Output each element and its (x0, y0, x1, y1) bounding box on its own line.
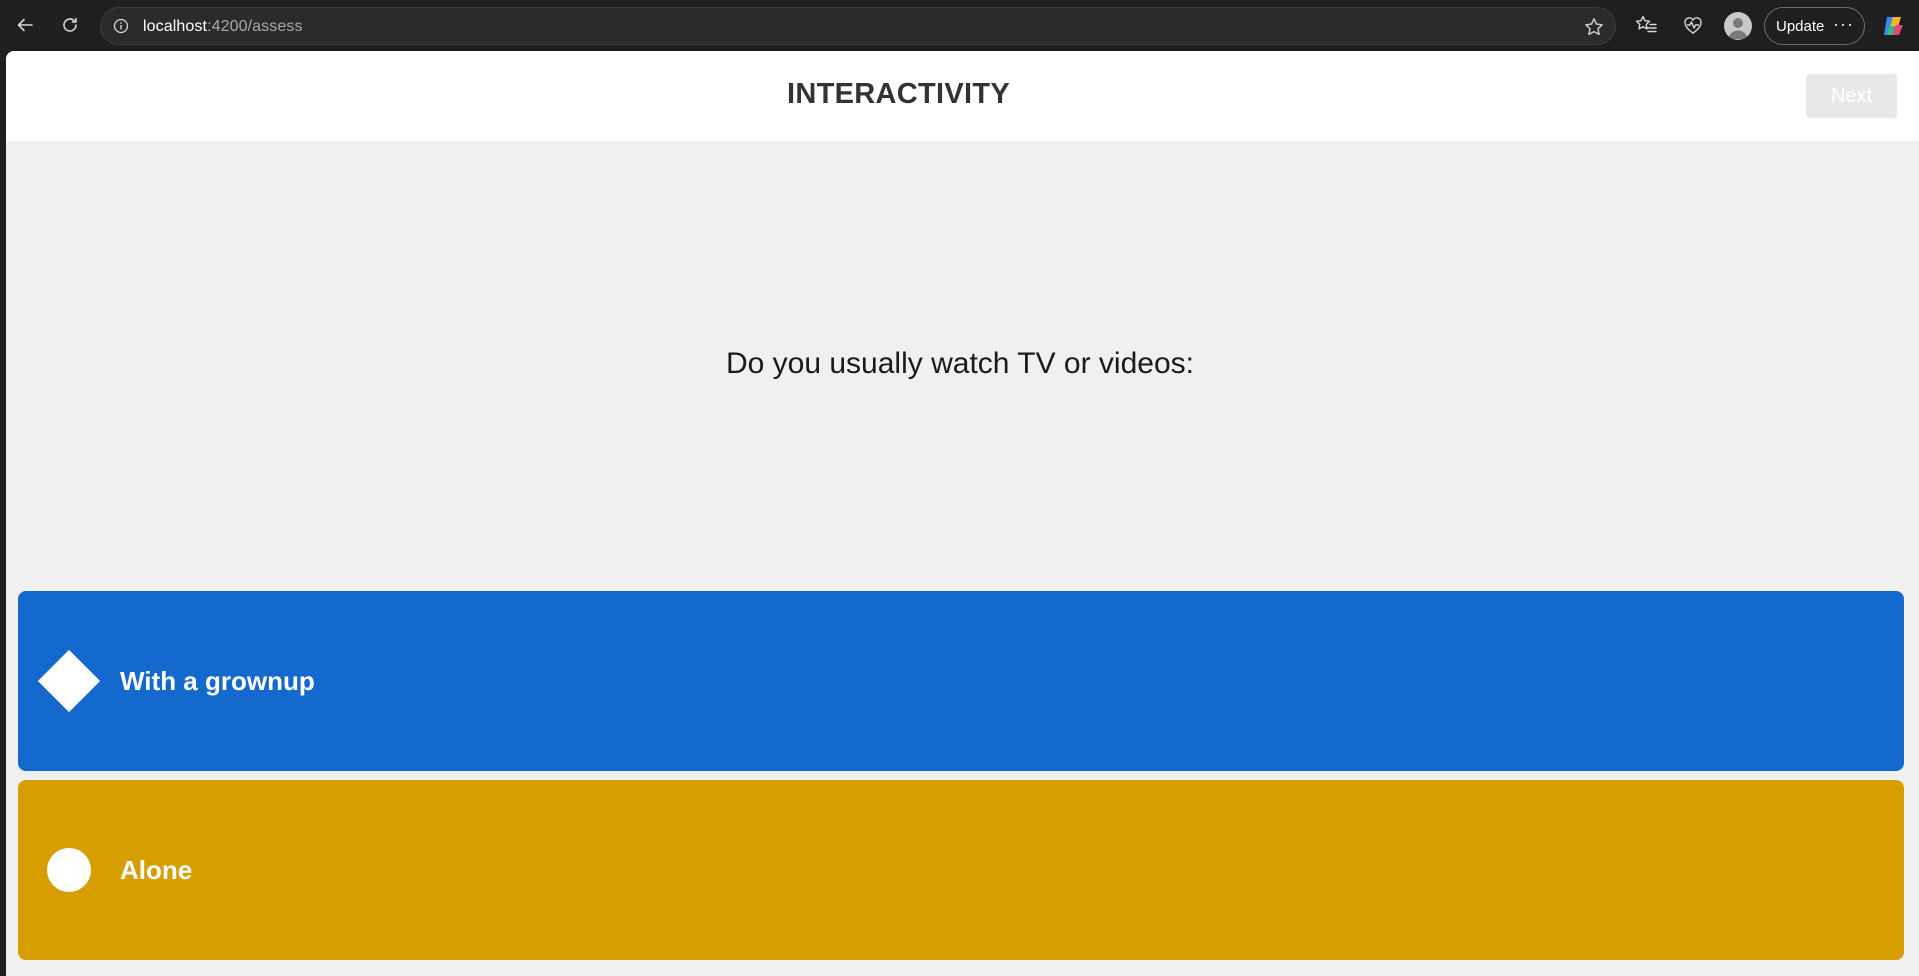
url-text[interactable]: localhost:4200/assess (143, 18, 303, 36)
more-options-icon[interactable]: ··· (1833, 14, 1854, 35)
question-text: Do you usually watch TV or videos: (725, 347, 1194, 380)
arrow-left-icon (17, 18, 33, 32)
page-header: INTERACTIVITY Next (6, 51, 1919, 141)
url-host: localhost (143, 18, 208, 35)
answer-label: Alone (120, 854, 193, 885)
profile-avatar[interactable] (1724, 12, 1752, 40)
page-viewport: INTERACTIVITY Next Do you usually watch … (6, 51, 1919, 976)
site-info-icon[interactable] (113, 18, 129, 34)
page-title: INTERACTIVITY (786, 78, 1010, 110)
address-bar[interactable]: localhost:4200/assess (100, 7, 1616, 45)
diamond-icon (37, 649, 101, 713)
url-path: :4200/assess (207, 18, 303, 35)
back-button[interactable] (9, 9, 41, 41)
favorite-star-icon[interactable] (1583, 16, 1605, 38)
update-button[interactable]: Update ··· (1764, 7, 1865, 45)
update-label: Update (1776, 17, 1825, 35)
browser-toolbar: localhost:4200/assess Update ··· (0, 0, 1919, 51)
next-button[interactable]: Next (1806, 74, 1897, 118)
person-icon (1728, 18, 1748, 39)
answer-label: With a grownup (120, 665, 315, 696)
reload-icon (63, 17, 77, 32)
answer-option-alone[interactable]: Alone (18, 780, 1904, 960)
reload-button[interactable] (54, 9, 86, 41)
favorites-icon[interactable] (1634, 13, 1658, 37)
circle-icon (38, 848, 91, 892)
copilot-icon[interactable] (1879, 12, 1907, 40)
browser-essentials-icon[interactable] (1681, 13, 1705, 37)
answer-option-with-a-grownup[interactable]: With a grownup (18, 591, 1904, 771)
